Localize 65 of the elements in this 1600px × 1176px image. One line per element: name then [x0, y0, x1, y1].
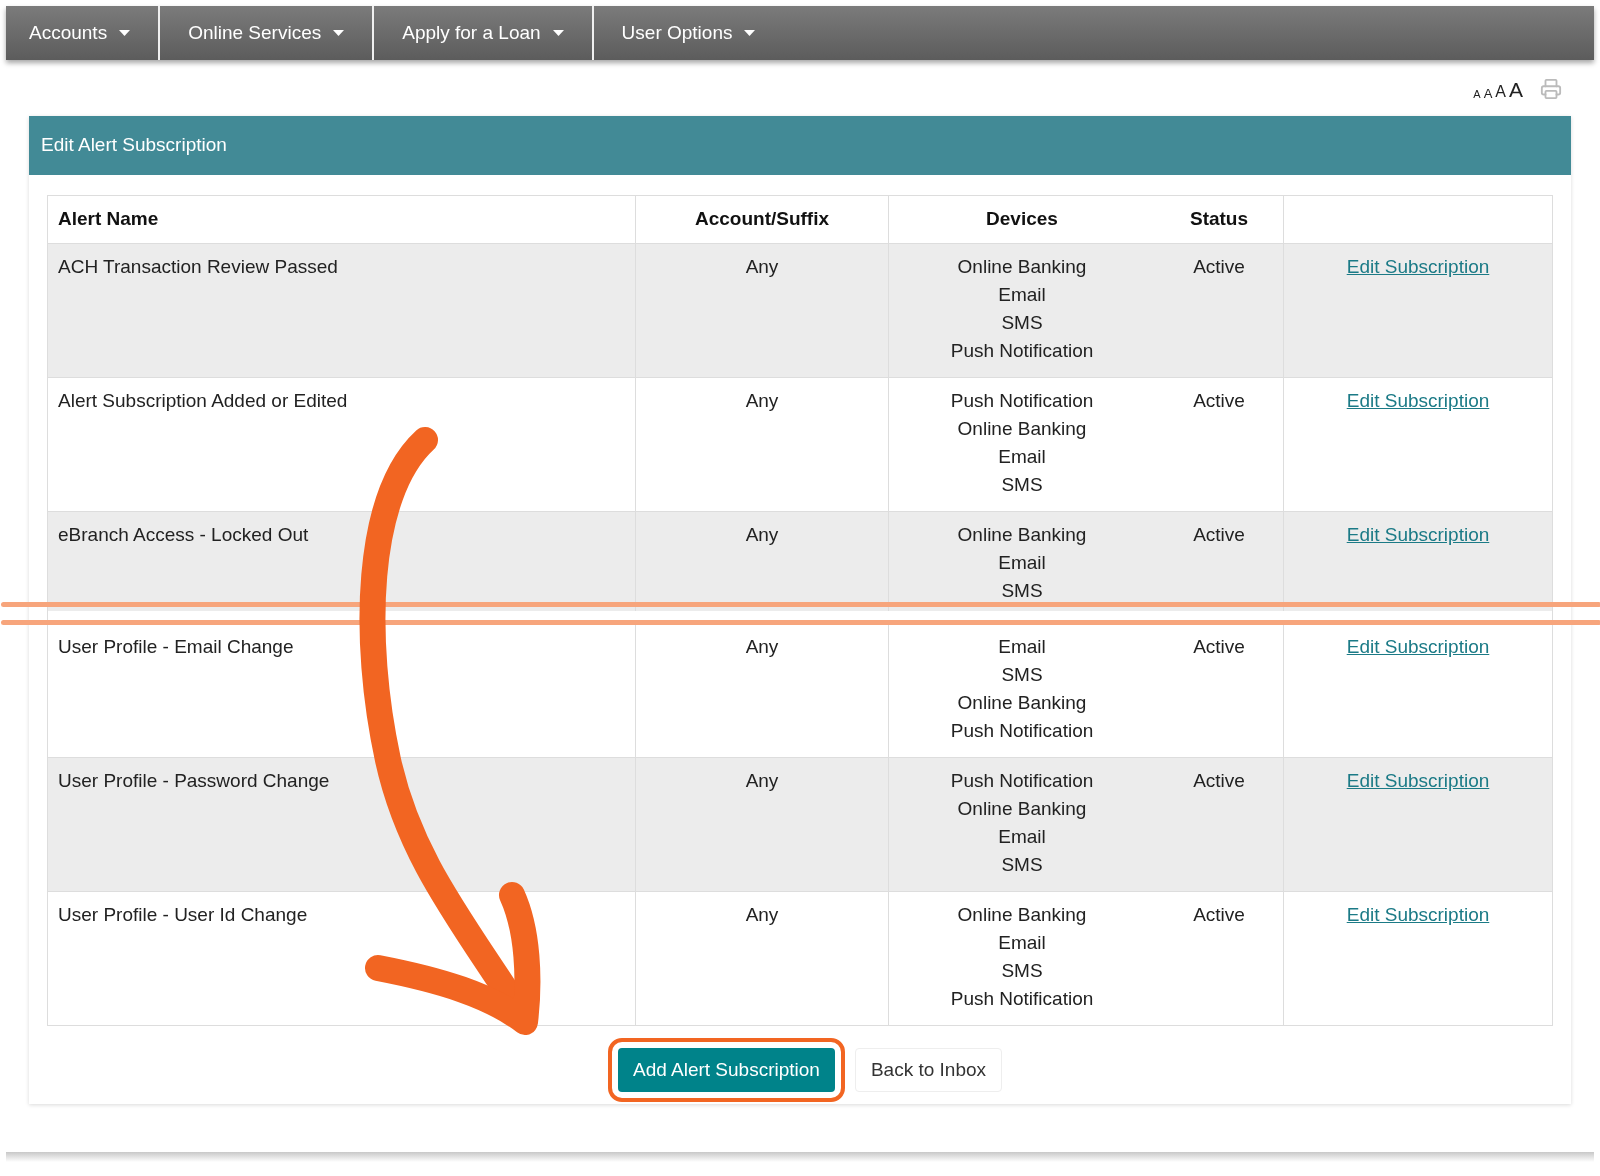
- device-label: SMS: [1001, 311, 1043, 335]
- caret-icon: [744, 30, 756, 36]
- back-button[interactable]: Back to Inbox: [854, 1048, 1003, 1092]
- device-label: Push Notification: [950, 769, 1094, 793]
- font-size-button[interactable]: A: [1473, 89, 1481, 100]
- device-label: Email: [998, 551, 1046, 575]
- device-label: Email: [998, 635, 1046, 659]
- edit-subscription-link[interactable]: Edit Subscription: [1346, 524, 1490, 545]
- device-label: Email: [998, 931, 1046, 955]
- caret-icon: [119, 30, 131, 36]
- status-label: Active: [1193, 524, 1245, 545]
- table-cell: Any: [636, 244, 889, 377]
- device-label: Push Notification: [950, 339, 1094, 363]
- table-cell: User Profile - User Id Change: [48, 892, 636, 1025]
- table-cell: User Profile - Password Change: [48, 758, 636, 891]
- table-cell: Any: [636, 892, 889, 1025]
- device-label: SMS: [1001, 579, 1043, 603]
- device-label: Online Banking: [957, 903, 1087, 927]
- font-size-button[interactable]: A: [1509, 79, 1523, 100]
- column-header: Devices: [985, 207, 1059, 232]
- device-label: SMS: [1001, 959, 1043, 983]
- edit-subscription-link[interactable]: Edit Subscription: [1346, 636, 1490, 657]
- column-header: Account/Suffix: [636, 196, 889, 243]
- device-label: Online Banking: [957, 797, 1087, 821]
- device-label: SMS: [1001, 663, 1043, 687]
- edit-subscription-link[interactable]: Edit Subscription: [1346, 256, 1490, 277]
- status-label: Active: [1193, 636, 1245, 657]
- table-cell: Alert Subscription Added or Edited: [48, 378, 636, 511]
- device-label: Email: [998, 283, 1046, 307]
- nav-menu[interactable]: User Options: [593, 6, 784, 60]
- table-cell: Any: [636, 758, 889, 891]
- table-cell: User Profile - Email Change: [48, 624, 636, 757]
- table-cell: ACH Transaction Review Passed: [48, 244, 636, 377]
- device-label: SMS: [1001, 853, 1043, 877]
- caret-icon: [552, 30, 564, 36]
- device-label: Online Banking: [957, 417, 1087, 441]
- device-label: Email: [998, 445, 1046, 469]
- panel-title: Edit Alert Subscription: [41, 133, 227, 158]
- device-label: Online Banking: [957, 691, 1087, 715]
- font-size-button[interactable]: A: [1483, 87, 1493, 100]
- print-icon[interactable]: [1540, 78, 1562, 100]
- device-label: Push Notification: [950, 719, 1094, 743]
- add-subscription-button[interactable]: Add Alert Subscription: [617, 1048, 835, 1092]
- column-header: Alert Name: [48, 196, 636, 243]
- device-label: Online Banking: [957, 255, 1087, 279]
- font-size-button[interactable]: A: [1495, 84, 1506, 100]
- device-label: Email: [998, 825, 1046, 849]
- caret-icon: [333, 30, 345, 36]
- device-label: Push Notification: [950, 987, 1094, 1011]
- status-label: Active: [1193, 256, 1245, 277]
- status-label: Active: [1193, 390, 1245, 411]
- status-label: Active: [1193, 904, 1245, 925]
- nav-menu[interactable]: Accounts: [6, 6, 161, 60]
- edit-subscription-link[interactable]: Edit Subscription: [1346, 904, 1490, 925]
- device-label: Online Banking: [957, 523, 1087, 547]
- column-header: Status: [1155, 196, 1284, 243]
- device-label: Push Notification: [950, 389, 1094, 413]
- nav-menu[interactable]: Apply for a Loan: [374, 6, 594, 60]
- nav-menu[interactable]: Online Services: [160, 6, 375, 60]
- edit-subscription-link[interactable]: Edit Subscription: [1346, 390, 1490, 411]
- edit-subscription-link[interactable]: Edit Subscription: [1346, 770, 1490, 791]
- device-label: SMS: [1001, 473, 1043, 497]
- table-cell: Any: [636, 624, 889, 757]
- status-label: Active: [1193, 770, 1245, 791]
- table-cell: Any: [636, 378, 889, 511]
